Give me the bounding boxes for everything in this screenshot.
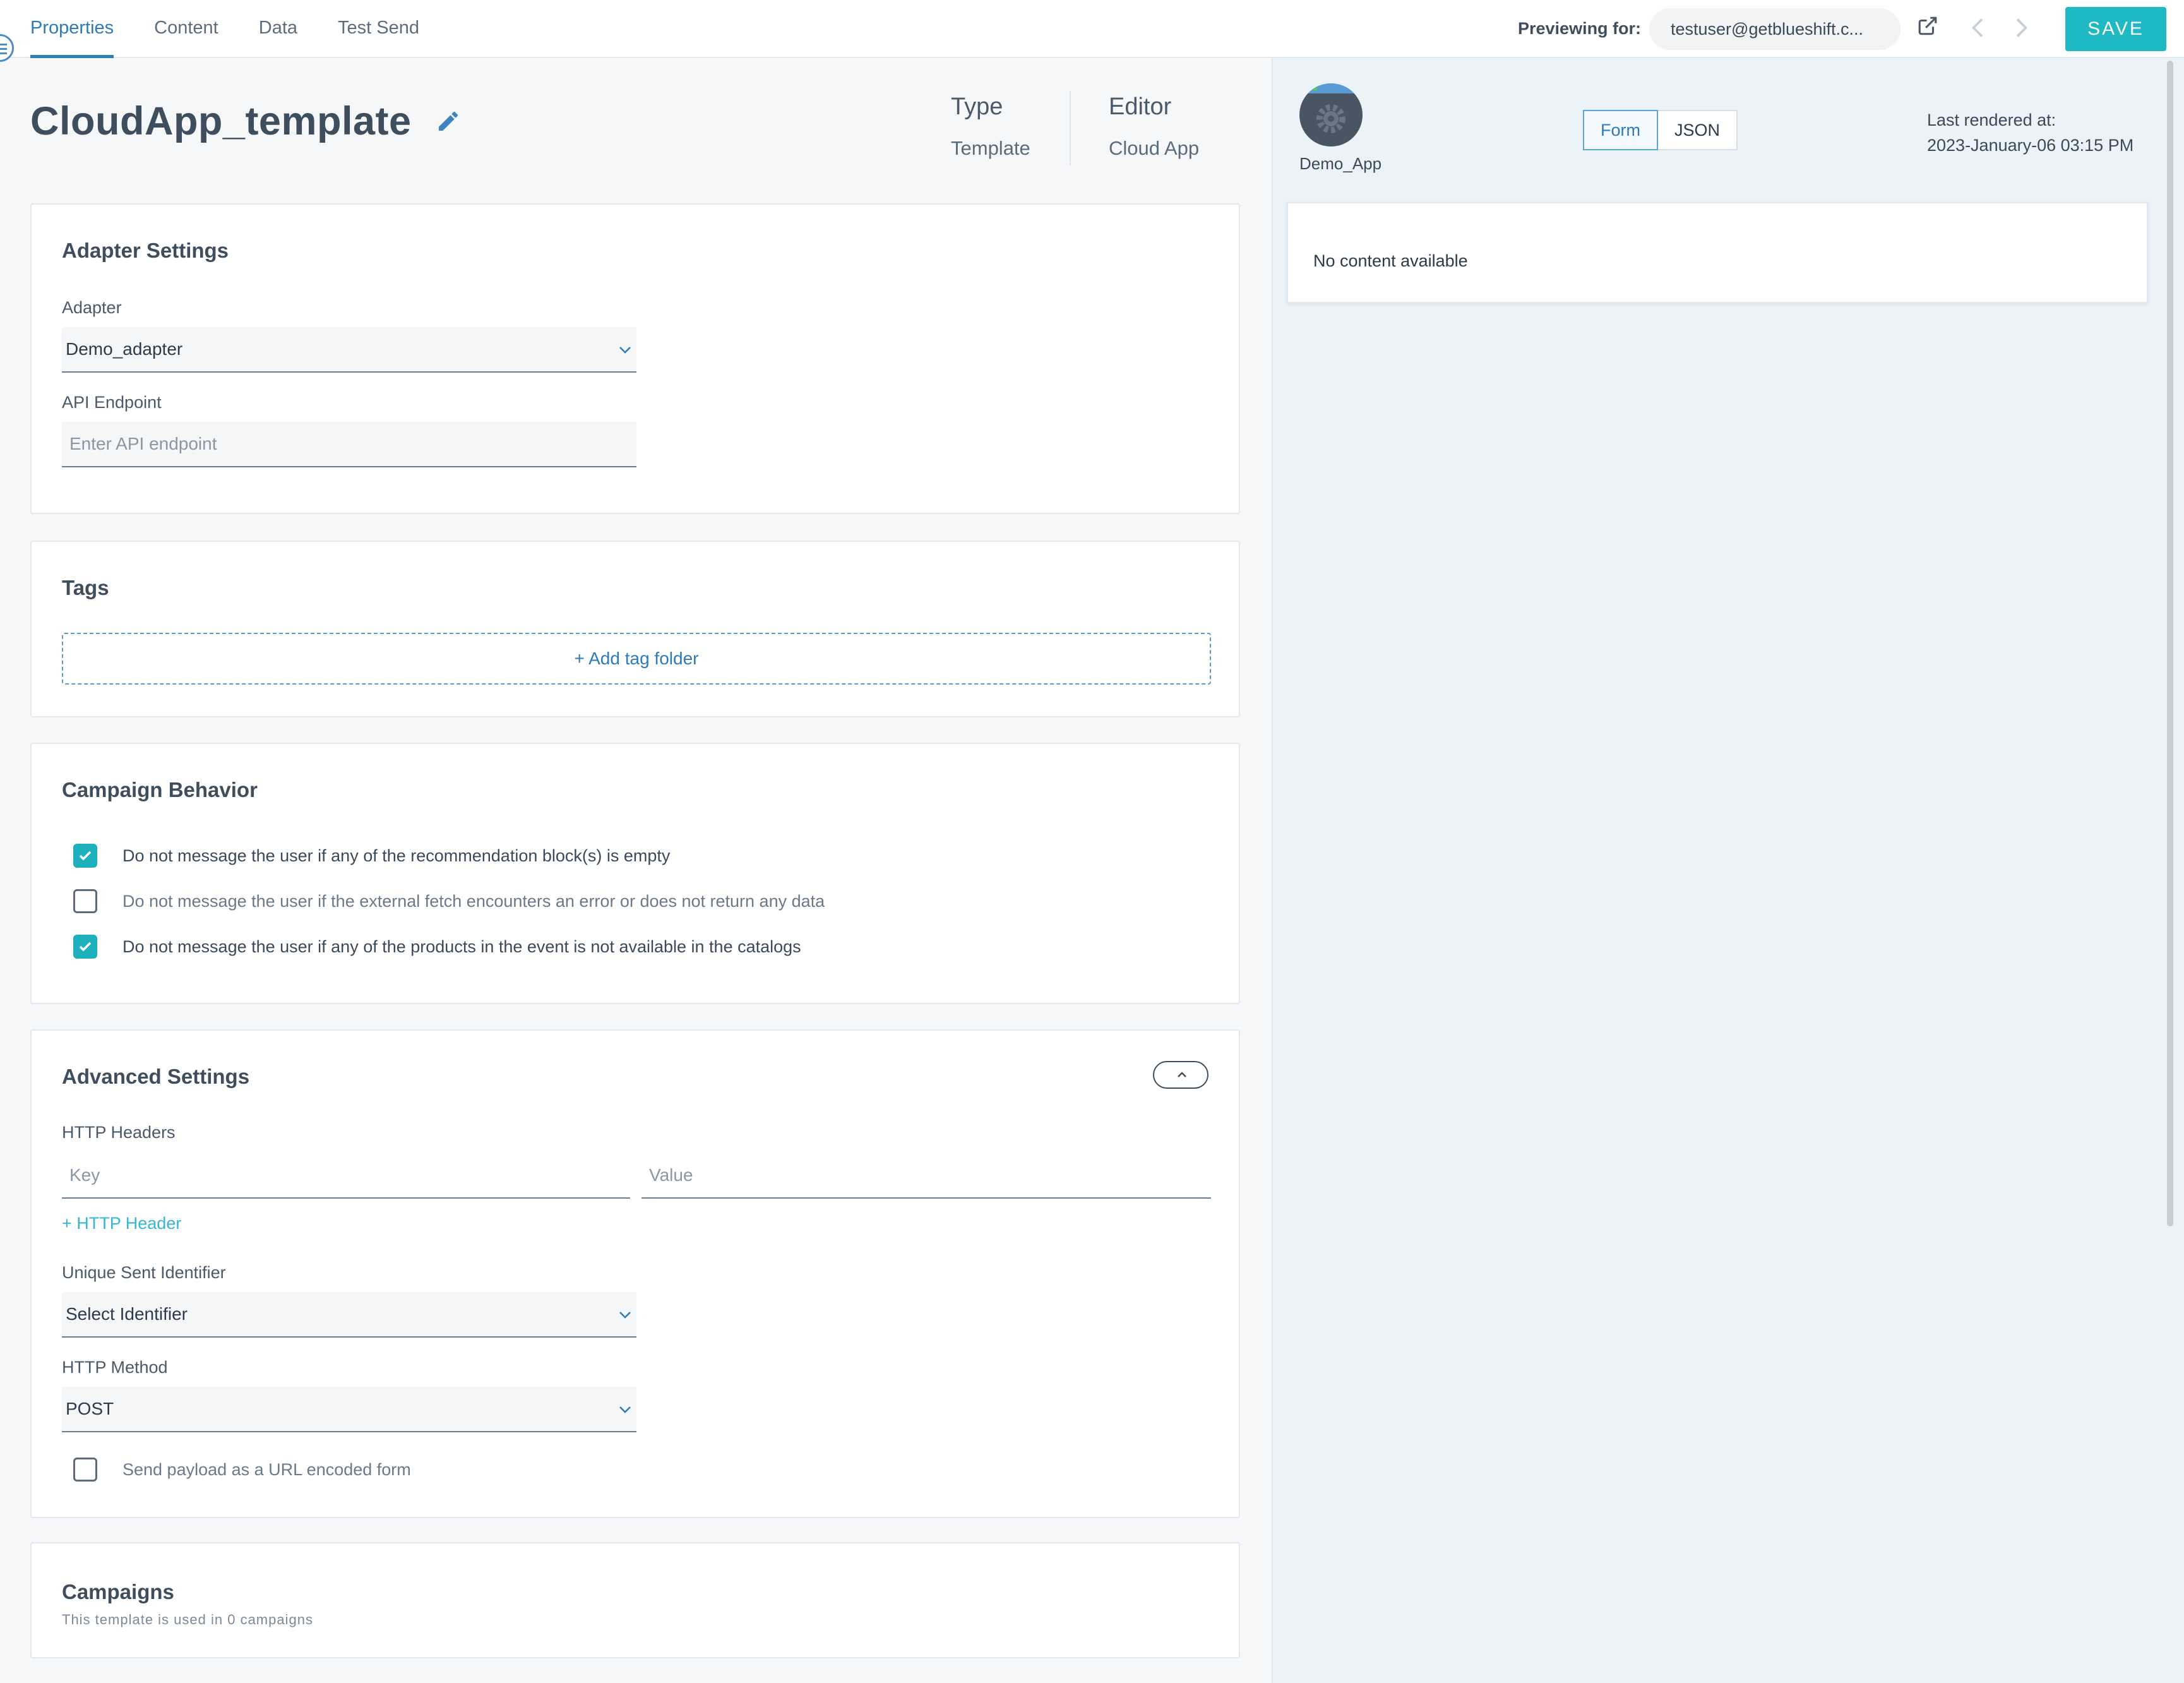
chevron-down-icon — [619, 1406, 631, 1413]
campaign-behavior-title: Campaign Behavior — [62, 778, 258, 801]
checkbox-checked[interactable] — [73, 935, 97, 959]
adapter-settings-card: Adapter Settings Adapter Demo_adapter AP… — [30, 203, 1240, 514]
pencil-icon[interactable] — [436, 109, 461, 134]
campaigns-usage-text: This template is used in 0 campaigns — [62, 1612, 313, 1627]
http-method-label: HTTP Method — [62, 1358, 168, 1377]
campaign-behavior-card: Campaign Behavior Do not message the use… — [30, 743, 1240, 1004]
url-encoded-label: Send payload as a URL encoded form — [122, 1459, 411, 1479]
external-link-icon[interactable] — [1917, 15, 1938, 37]
chevron-left-icon[interactable] — [1969, 16, 1988, 39]
type-value: Template — [951, 137, 1030, 159]
editor-value: Cloud App — [1109, 137, 1200, 159]
unique-sent-identifier-select[interactable]: Select Identifier — [62, 1292, 636, 1338]
json-view-button[interactable]: JSON — [1658, 110, 1738, 150]
unique-sent-identifier-label: Unique Sent Identifier — [62, 1263, 226, 1282]
scrollbar-thumb[interactable] — [2167, 61, 2173, 1226]
check-row-external-fetch[interactable]: Do not message the user if the external … — [73, 889, 825, 913]
editor-meta: Editor Cloud App — [1109, 93, 1199, 160]
check-label: Do not message the user if any of the re… — [122, 846, 671, 865]
checkbox-checked[interactable] — [73, 844, 97, 868]
http-method-select[interactable]: POST — [62, 1387, 636, 1432]
tab-bar: Properties Content Data Test Send — [30, 0, 460, 58]
check-row-empty-recommendation[interactable]: Do not message the user if any of the re… — [73, 844, 670, 868]
app-gear-avatar-icon — [1299, 83, 1363, 147]
checkbox-unchecked[interactable] — [73, 1458, 97, 1482]
api-endpoint-label: API Endpoint — [62, 393, 162, 412]
collapse-button[interactable] — [1153, 1061, 1208, 1089]
chevron-right-icon[interactable] — [2012, 16, 2031, 39]
tab-content[interactable]: Content — [154, 0, 218, 58]
last-rendered-value: 2023-January-06 03:15 PM — [1927, 136, 2134, 155]
header-value-input[interactable]: Value — [641, 1153, 1211, 1199]
tab-test-send[interactable]: Test Send — [338, 0, 419, 58]
adapter-label: Adapter — [62, 298, 122, 317]
view-mode-toggle: Form JSON — [1583, 110, 1738, 150]
last-rendered-info: Last rendered at: 2023-January-06 03:15 … — [1927, 107, 2133, 158]
check-row-products-catalog[interactable]: Do not message the user if any of the pr… — [73, 935, 801, 959]
last-rendered-label: Last rendered at: — [1927, 111, 2056, 129]
check-row-url-encoded[interactable]: Send payload as a URL encoded form — [73, 1458, 411, 1482]
checkbox-unchecked[interactable] — [73, 889, 97, 913]
identifier-value: Select Identifier — [66, 1304, 188, 1324]
preview-scrollbar[interactable] — [2162, 58, 2176, 1233]
check-label: Do not message the user if the external … — [122, 891, 825, 911]
chevron-down-icon — [619, 1312, 631, 1319]
page-title: CloudApp_template — [30, 99, 412, 143]
page-header: CloudApp_template — [30, 99, 461, 144]
campaigns-card: Campaigns This template is used in 0 cam… — [30, 1542, 1240, 1658]
previewing-for-label: Previewing for: — [1518, 19, 1642, 38]
check-label: Do not message the user if any of the pr… — [122, 937, 801, 956]
adapter-select[interactable]: Demo_adapter — [62, 327, 636, 373]
tags-card: Tags + Add tag folder — [30, 541, 1240, 717]
save-button[interactable]: SAVE — [2065, 7, 2166, 51]
add-http-header-link[interactable]: + HTTP Header — [62, 1214, 181, 1233]
top-bar: Properties Content Data Test Send Previe… — [0, 0, 2184, 58]
header-key-input[interactable]: Key — [62, 1153, 630, 1199]
app-name: Demo_App — [1299, 154, 1382, 173]
advanced-settings-title: Advanced Settings — [62, 1065, 250, 1088]
adapter-settings-title: Adapter Settings — [62, 239, 229, 262]
properties-panel: CloudApp_template Type Template Editor C… — [0, 58, 1272, 1683]
preview-panel: Demo_App Form JSON Last rendered at: 202… — [1272, 58, 2184, 1683]
checkmark-icon — [79, 942, 92, 952]
chevron-down-icon — [619, 347, 631, 354]
empty-content-message: No content available — [1313, 251, 1468, 270]
type-label: Type — [951, 93, 1003, 120]
editor-label: Editor — [1109, 93, 1172, 120]
type-meta: Type Template — [951, 93, 1030, 160]
api-endpoint-input[interactable]: Enter API endpoint — [62, 422, 636, 467]
campaigns-title: Campaigns — [62, 1580, 174, 1603]
advanced-settings-card: Advanced Settings HTTP Headers Key Value… — [30, 1029, 1240, 1518]
tab-data[interactable]: Data — [259, 0, 297, 58]
meta-divider — [1070, 91, 1071, 165]
preview-content-box: No content available — [1287, 202, 2148, 303]
checkmark-icon — [79, 851, 92, 861]
form-view-button[interactable]: Form — [1583, 110, 1658, 150]
preview-user-selector[interactable]: testuser@getblueshift.c... — [1649, 8, 1901, 50]
http-headers-label: HTTP Headers — [62, 1123, 176, 1142]
adapter-value: Demo_adapter — [66, 339, 183, 359]
tab-properties[interactable]: Properties — [30, 0, 114, 58]
tags-title: Tags — [62, 576, 109, 599]
http-method-value: POST — [66, 1399, 114, 1418]
add-tag-folder-button[interactable]: + Add tag folder — [62, 633, 1211, 685]
chevron-up-icon — [1178, 1072, 1186, 1077]
